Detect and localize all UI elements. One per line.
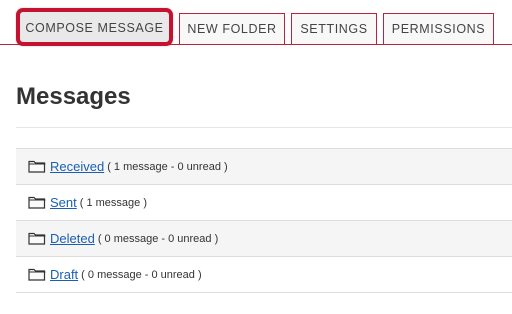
new-folder-button[interactable]: NEW FOLDER: [179, 13, 285, 44]
settings-label: SETTINGS: [300, 22, 368, 36]
permissions-button[interactable]: PERMISSIONS: [383, 13, 494, 44]
folder-row-sent: Sent ( 1 message ): [16, 185, 512, 221]
folder-link-received[interactable]: Received: [50, 159, 104, 174]
folder-count-draft: ( 0 message - 0 unread ): [81, 268, 202, 281]
folder-link-deleted[interactable]: Deleted: [50, 231, 95, 246]
folder-icon: [28, 268, 46, 281]
folder-icon: [28, 160, 46, 173]
settings-button[interactable]: SETTINGS: [291, 13, 377, 44]
compose-message-button[interactable]: COMPOSE MESSAGE: [16, 8, 173, 46]
folder-count-deleted: ( 0 message - 0 unread ): [97, 232, 219, 245]
folder-list: Received ( 1 message - 0 unread ) Sent (…: [16, 148, 512, 293]
folder-count-received: ( 1 message - 0 unread ): [107, 160, 228, 173]
folder-row-received: Received ( 1 message - 0 unread ): [16, 149, 512, 185]
folder-row-draft: Draft ( 0 message - 0 unread ): [16, 257, 512, 293]
folder-count-sent: ( 1 message ): [79, 196, 147, 209]
toolbar: COMPOSE MESSAGE NEW FOLDER SETTINGS PERM…: [0, 0, 512, 46]
folder-icon: [28, 232, 46, 245]
page-title: Messages: [16, 83, 131, 110]
folder-link-draft[interactable]: Draft: [50, 267, 78, 282]
folder-link-sent[interactable]: Sent: [50, 195, 77, 210]
title-divider: [16, 127, 512, 128]
permissions-label: PERMISSIONS: [391, 22, 486, 36]
folder-icon: [28, 196, 46, 209]
folder-row-deleted: Deleted ( 0 message - 0 unread ): [16, 221, 512, 257]
new-folder-label: NEW FOLDER: [187, 22, 277, 36]
compose-message-label: COMPOSE MESSAGE: [25, 21, 164, 35]
